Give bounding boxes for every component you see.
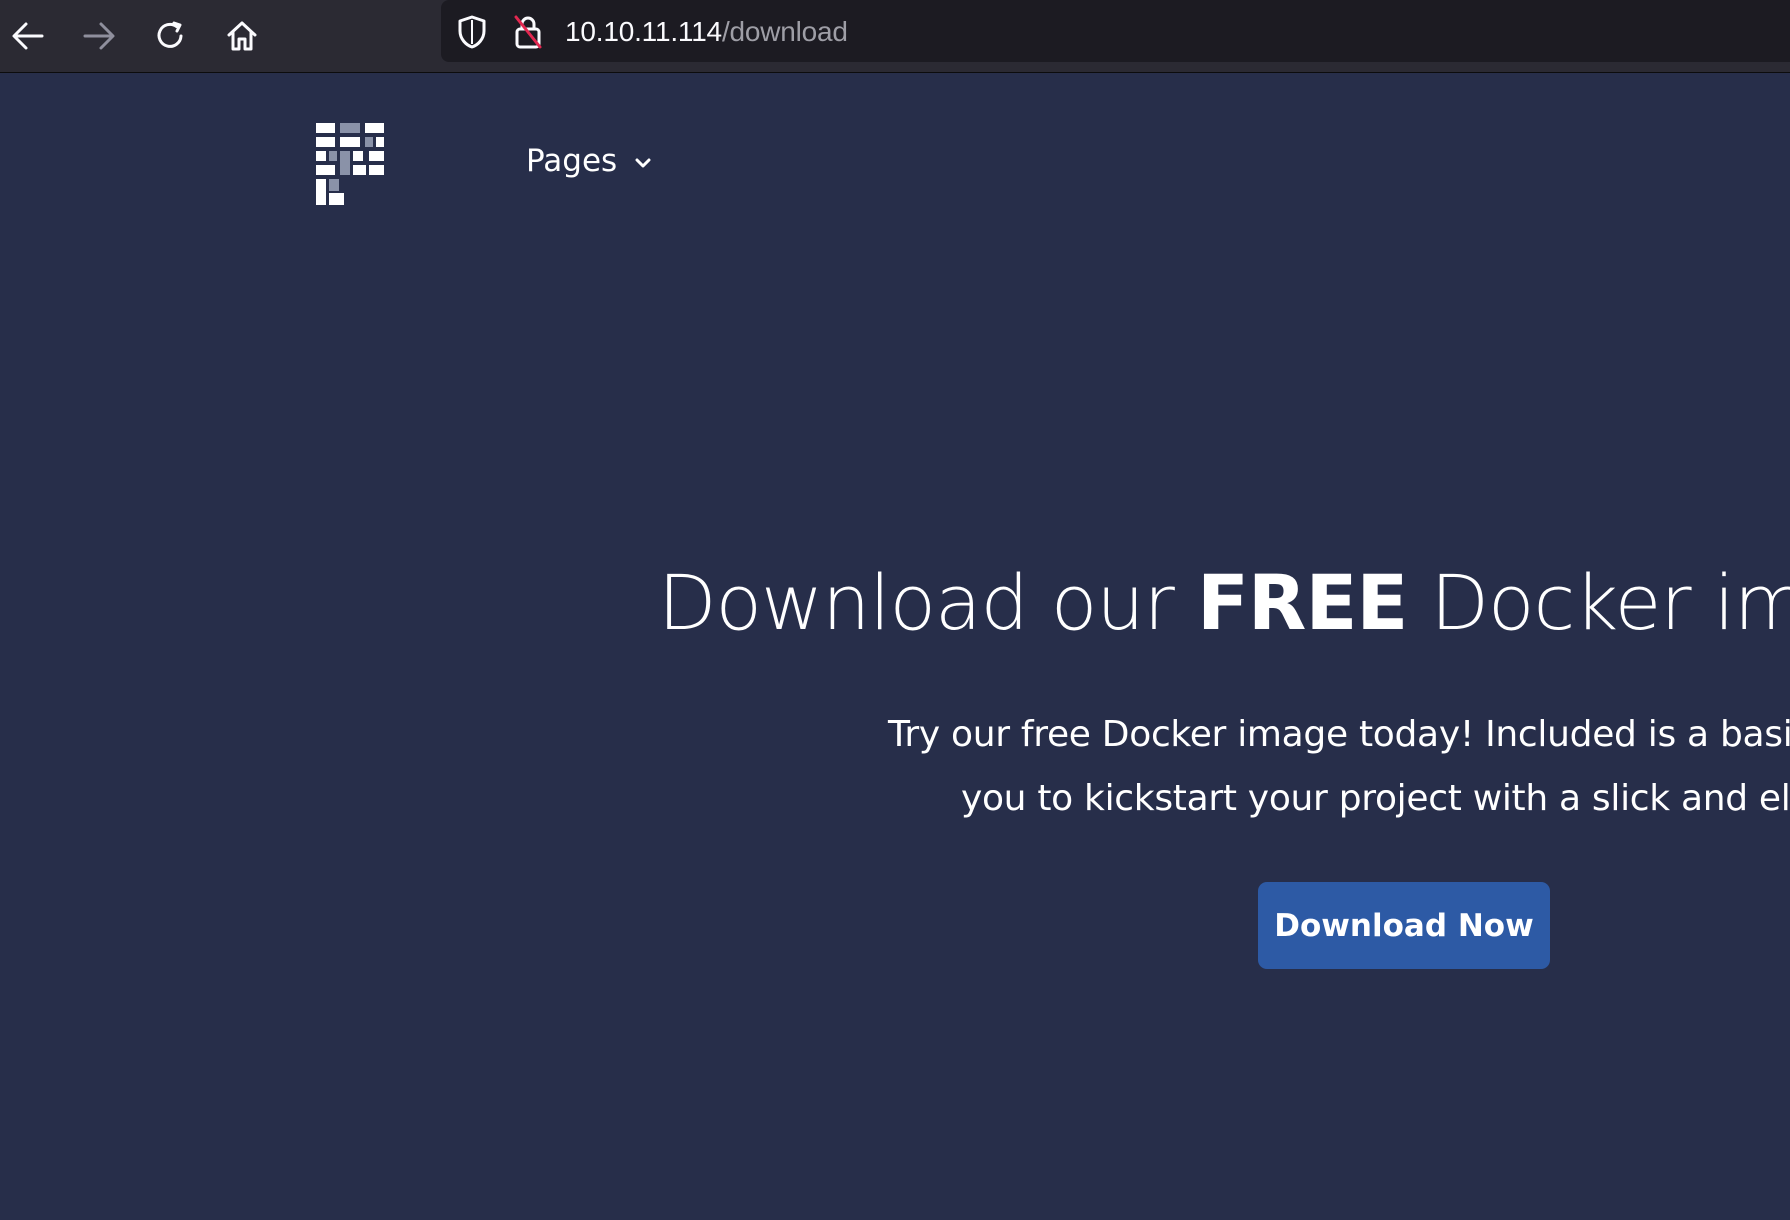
pages-menu[interactable]: Pages [526, 141, 651, 181]
url-host: 10.10.11.114 [565, 16, 722, 47]
shield-icon[interactable] [456, 14, 488, 50]
hero-title-prefix: Download our [658, 558, 1198, 647]
back-button[interactable] [4, 12, 52, 60]
home-icon [227, 21, 257, 51]
site-logo[interactable] [316, 123, 384, 205]
hero-title-bold: FREE [1197, 558, 1408, 647]
hero-title: Download our FREE Docker ima [658, 555, 1790, 651]
download-now-button[interactable]: Download Now [1258, 882, 1550, 969]
hero-description-line-2: you to kickstart your project with a sli… [960, 778, 1790, 819]
hero-description-line-1: Try our free Docker image today! Include… [887, 714, 1790, 755]
chevron-down-icon [635, 158, 651, 168]
reload-icon [157, 21, 183, 48]
browser-toolbar: 10.10.11.114/download [0, 0, 1790, 73]
pages-menu-label: Pages [526, 143, 618, 179]
url-text[interactable]: 10.10.11.114/download [565, 14, 848, 50]
hero-description: Try our free Docker image today! Include… [600, 703, 1790, 831]
reload-button[interactable] [147, 12, 195, 60]
insecure-lock-icon[interactable] [512, 13, 544, 51]
url-path: /download [721, 16, 848, 47]
forward-button[interactable] [75, 12, 123, 60]
hero-title-suffix: Docker ima [1430, 558, 1790, 647]
forward-arrow-icon [83, 22, 115, 50]
back-arrow-icon [12, 22, 44, 50]
home-button[interactable] [218, 12, 266, 60]
page-content: Pages Download our FREE Docker ima Try o… [0, 73, 1790, 1220]
